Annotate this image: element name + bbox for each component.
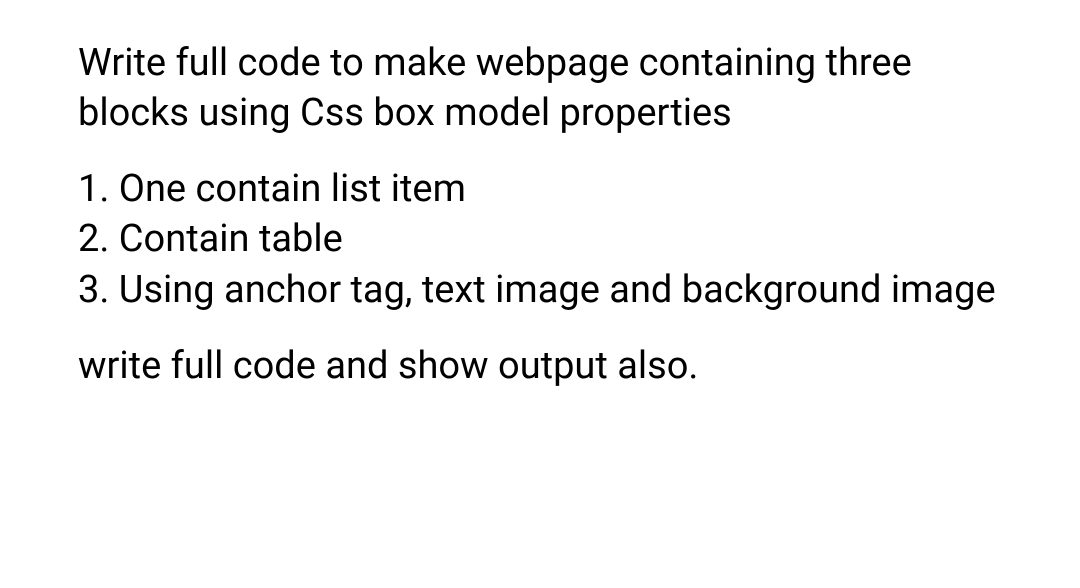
list-item: 2. Contain table — [78, 214, 1010, 264]
list-item: 1. One contain list item — [78, 164, 1010, 214]
list-item: 3. Using anchor tag, text image and back… — [78, 265, 1010, 315]
intro-paragraph: Write full code to make webpage containi… — [78, 38, 1010, 138]
outro-paragraph: write full code and show output also. — [78, 341, 1010, 391]
numbered-list: 1. One contain list item 2. Contain tabl… — [78, 164, 1010, 314]
